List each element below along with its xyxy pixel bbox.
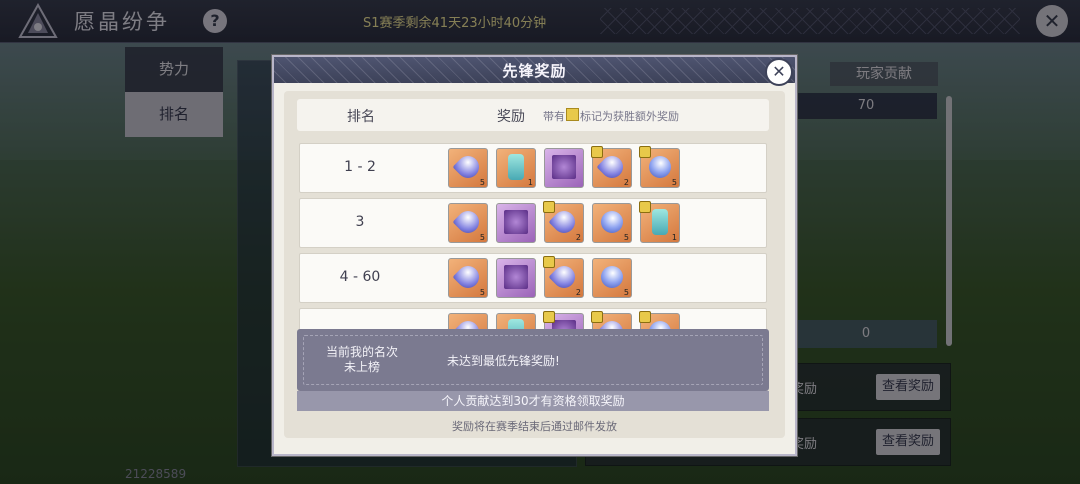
- row-items: 5 2 5: [448, 256, 632, 298]
- square-icon: [504, 210, 528, 234]
- footer-note: 奖励将在赛季结束后通过邮件发放: [452, 420, 617, 433]
- item-count: 2: [575, 233, 581, 242]
- square-icon: [552, 155, 576, 179]
- row-items: 5 1 2 5: [448, 146, 680, 188]
- reward-item-orb[interactable]: 2: [543, 256, 584, 298]
- dialog-header: 先锋奖励 ✕: [274, 57, 795, 86]
- item-count: 5: [479, 288, 485, 297]
- my-rank-box: 当前我的名次 未上榜 未达到最低先锋奖励!: [297, 329, 769, 391]
- bonus-flag-icon: [543, 311, 555, 323]
- table-row: 4 - 60 5 2 5: [299, 253, 767, 303]
- vanguard-rewards-dialog: 先锋奖励 ✕ 排名 奖励 带有 标记为获胜额外奖励 1 - 2 5 1 2 5 3 5 2 5 1 4…: [272, 55, 797, 456]
- item-count: 2: [623, 178, 629, 187]
- reward-item-orb[interactable]: 5: [448, 258, 488, 298]
- bonus-flag-icon: [639, 201, 651, 213]
- dialog-body: 排名 奖励 带有 标记为获胜额外奖励 1 - 2 5 1 2 5 3 5 2 5 1 4 - 60 5 2…: [284, 91, 785, 438]
- bonus-flag-icon: [543, 201, 555, 213]
- table-row: 1 - 2 5 1 2 5: [299, 143, 767, 193]
- reward-column-header: 奖励: [497, 109, 525, 125]
- item-count: 5: [479, 233, 485, 242]
- row-rank: 1 - 2: [344, 159, 376, 175]
- reward-item-gem[interactable]: 5: [592, 203, 632, 243]
- item-count: 2: [575, 288, 581, 297]
- lantern-icon: [508, 154, 524, 180]
- gem-icon: [596, 206, 628, 238]
- rewards-list[interactable]: 1 - 2 5 1 2 5 3 5 2 5 1 4 - 60 5 2 5: [284, 143, 785, 357]
- lantern-icon: [652, 209, 668, 235]
- item-count: 5: [479, 178, 485, 187]
- bonus-flag-icon: [543, 256, 555, 268]
- table-row: 3 5 2 5 1: [299, 198, 767, 248]
- reward-item-orb[interactable]: 2: [543, 201, 584, 243]
- table-header: 排名 奖励 带有 标记为获胜额外奖励: [297, 99, 769, 131]
- reward-item-orb[interactable]: 5: [448, 203, 488, 243]
- reward-item-gem[interactable]: 5: [592, 258, 632, 298]
- reward-item-square[interactable]: [496, 258, 536, 298]
- bonus-flag-icon: [639, 311, 651, 323]
- item-count: 5: [623, 233, 629, 242]
- reward-item-square[interactable]: [544, 148, 584, 188]
- my-rank-message: 未达到最低先锋奖励!: [447, 354, 560, 368]
- item-count: 5: [623, 288, 629, 297]
- orb-icon: [452, 261, 484, 293]
- item-count: 5: [671, 178, 677, 187]
- row-rank: 4 - 60: [339, 269, 381, 285]
- dialog-title: 先锋奖励: [502, 62, 567, 80]
- requirement-bar: 个人贡献达到30才有资格领取奖励: [297, 391, 769, 411]
- row-rank: 3: [355, 214, 365, 230]
- item-count: 1: [671, 233, 677, 242]
- square-icon: [504, 265, 528, 289]
- orb-icon: [452, 206, 484, 238]
- reward-item-gem[interactable]: 5: [639, 146, 680, 188]
- row-items: 5 2 5 1: [448, 201, 680, 243]
- reward-item-lantern[interactable]: 1: [496, 148, 536, 188]
- bonus-flag-icon: [639, 146, 651, 158]
- bonus-note: 带有 标记为获胜额外奖励: [543, 108, 679, 123]
- dialog-close-icon[interactable]: ✕: [765, 58, 793, 86]
- reward-item-orb[interactable]: 5: [448, 148, 488, 188]
- orb-icon: [452, 151, 484, 183]
- reward-item-lantern[interactable]: 1: [639, 201, 680, 243]
- rank-column-header: 排名: [347, 109, 375, 125]
- gem-icon: [596, 261, 628, 293]
- bonus-flag-icon: [591, 146, 603, 158]
- item-count: 1: [527, 178, 533, 187]
- reward-item-orb[interactable]: 2: [591, 146, 632, 188]
- reward-item-square[interactable]: [496, 203, 536, 243]
- bonus-flag-icon: [591, 311, 603, 323]
- bonus-flag-icon: [566, 108, 579, 121]
- my-rank-label: 当前我的名次 未上榜: [325, 345, 398, 374]
